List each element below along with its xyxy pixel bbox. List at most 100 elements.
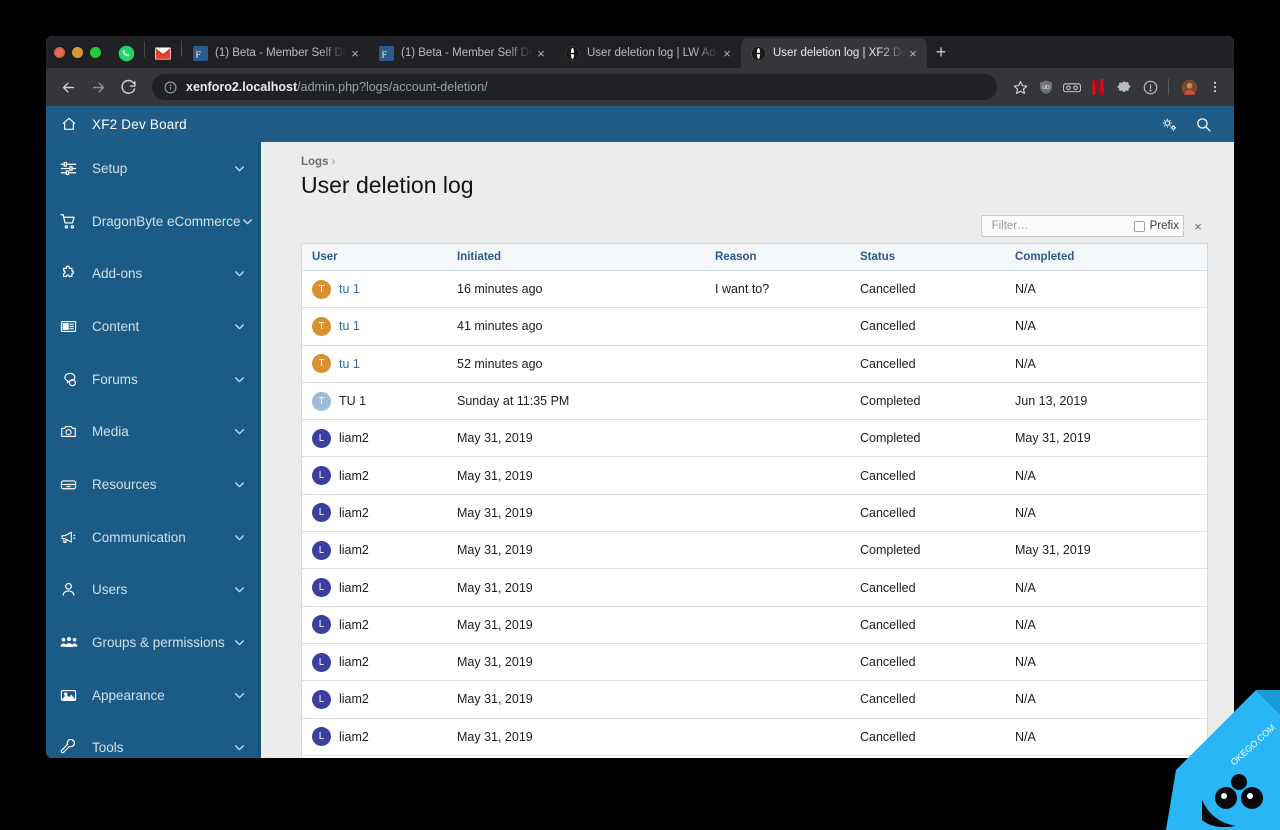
svg-text:F: F <box>382 50 387 60</box>
cell-initiated: Sunday at 11:35 PM <box>447 394 705 408</box>
image-icon <box>60 687 84 704</box>
user-name-link[interactable]: tu 1 <box>339 357 360 371</box>
bookmark-star-icon[interactable] <box>1009 76 1031 98</box>
browser-tab-3[interactable]: User deletion log | LW Addons × <box>555 38 741 68</box>
profile-avatar[interactable] <box>1178 76 1200 98</box>
column-header-reason[interactable]: Reason <box>705 251 850 263</box>
user-name-link[interactable]: tu 1 <box>339 319 360 333</box>
table-row[interactable]: Lliam2May 31, 2019CancelledN/A <box>302 607 1207 644</box>
gmail-pinned-tab[interactable] <box>146 38 180 68</box>
glasses-icon[interactable] <box>1061 76 1083 98</box>
search-icon[interactable] <box>1186 116 1220 133</box>
table-row[interactable]: Ttu 116 minutes agoI want to?CancelledN/… <box>302 271 1207 308</box>
chevron-down-icon[interactable] <box>233 267 247 280</box>
chevron-down-icon[interactable] <box>233 531 247 544</box>
chevron-down-icon[interactable] <box>233 162 247 175</box>
sidebar-item-groups-permissions[interactable]: Groups & permissions <box>46 616 261 669</box>
avatar[interactable]: T <box>312 392 331 411</box>
browser-tab-4-close-icon[interactable]: × <box>905 45 921 61</box>
browser-tab-1-close-icon[interactable]: × <box>347 45 363 61</box>
column-header-user[interactable]: User <box>302 251 447 263</box>
column-header-completed[interactable]: Completed <box>1005 251 1207 263</box>
sidebar-item-setup[interactable]: Setup <box>46 142 261 195</box>
avatar[interactable]: L <box>312 653 331 672</box>
table-row[interactable]: Ttu 152 minutes agoCancelledN/A <box>302 346 1207 383</box>
shield-icon[interactable]: UD <box>1035 76 1057 98</box>
chevron-down-icon[interactable] <box>233 320 247 333</box>
minimize-window-button[interactable] <box>72 47 83 58</box>
table-row[interactable]: Lliam2May 31, 2019CancelledN/A <box>302 681 1207 718</box>
table-row[interactable]: Lliam2May 31, 2019CancelledN/A <box>302 756 1207 758</box>
user-name-link[interactable]: tu 1 <box>339 282 360 296</box>
avatar[interactable]: T <box>312 354 331 373</box>
site-info-icon[interactable] <box>164 81 177 94</box>
table-row[interactable]: Lliam2May 31, 2019CancelledN/A <box>302 644 1207 681</box>
netflix-icon[interactable] <box>1087 76 1109 98</box>
prefix-checkbox[interactable] <box>1134 221 1145 232</box>
chevron-down-icon[interactable] <box>233 583 247 596</box>
avatar[interactable]: L <box>312 615 331 634</box>
filter-input[interactable] <box>990 219 1130 233</box>
sidebar-item-resources[interactable]: Resources <box>46 458 261 511</box>
table-row[interactable]: Lliam2May 31, 2019CompletedMay 31, 2019 <box>302 532 1207 569</box>
sidebar-item-add-ons[interactable]: Add-ons <box>46 247 261 300</box>
breadcrumb-item-logs[interactable]: Logs <box>301 156 328 168</box>
avatar[interactable]: L <box>312 466 331 485</box>
column-header-initiated[interactable]: Initiated <box>447 251 705 263</box>
close-window-button[interactable] <box>54 47 65 58</box>
gear-icon[interactable] <box>1113 76 1135 98</box>
column-header-status[interactable]: Status <box>850 251 1005 263</box>
avatar[interactable]: L <box>312 503 331 522</box>
sidebar-item-communication[interactable]: Communication <box>46 511 261 564</box>
sidebar-item-dragonbyte-ecommerce[interactable]: DragonByte eCommerce <box>46 195 261 248</box>
chevron-down-icon[interactable] <box>233 373 247 386</box>
chevron-down-icon[interactable] <box>233 478 247 491</box>
home-icon[interactable] <box>56 116 82 132</box>
browser-tab-1[interactable]: F (1) Beta - Member Self Delete × <box>183 38 369 68</box>
sidebar-item-tools[interactable]: Tools <box>46 722 261 758</box>
table-row[interactable]: Lliam2May 31, 2019CompletedMay 31, 2019 <box>302 420 1207 457</box>
users-icon <box>60 634 84 651</box>
sidebar-item-users[interactable]: Users <box>46 564 261 617</box>
avatar[interactable]: L <box>312 541 331 560</box>
browser-tab-4[interactable]: User deletion log | XF2 Dev Bo × <box>741 38 927 68</box>
sidebar-item-media[interactable]: Media <box>46 405 261 458</box>
maximize-window-button[interactable] <box>90 47 101 58</box>
avatar[interactable]: L <box>312 578 331 597</box>
new-tab-button[interactable]: + <box>927 38 955 66</box>
back-button[interactable] <box>54 73 82 101</box>
avatar[interactable]: L <box>312 690 331 709</box>
browser-tab-3-close-icon[interactable]: × <box>719 45 735 61</box>
table-row[interactable]: Lliam2May 31, 2019CancelledN/A <box>302 569 1207 606</box>
browser-tab-2[interactable]: F (1) Beta - Member Self Delete × <box>369 38 555 68</box>
whatsapp-pinned-tab[interactable] <box>109 38 143 68</box>
browser-tab-2-close-icon[interactable]: × <box>533 45 549 61</box>
forward-button[interactable] <box>84 73 112 101</box>
chrome-menu-icon[interactable] <box>1204 76 1226 98</box>
table-row[interactable]: Lliam2May 31, 2019CancelledN/A <box>302 457 1207 494</box>
chevron-down-icon[interactable] <box>233 425 247 438</box>
sidebar-item-content[interactable]: Content <box>46 300 261 353</box>
avatar[interactable]: L <box>312 727 331 746</box>
avatar[interactable]: T <box>312 317 331 336</box>
cogs-icon[interactable] <box>1152 116 1186 133</box>
prefix-checkbox-wrapper[interactable]: Prefix <box>1130 220 1179 232</box>
avatar[interactable]: L <box>312 429 331 448</box>
chevron-down-icon[interactable] <box>233 689 247 702</box>
chevron-down-icon[interactable] <box>233 741 247 754</box>
table-row[interactable]: Lliam2May 31, 2019CancelledN/A <box>302 719 1207 756</box>
window-traffic-lights <box>52 36 109 68</box>
table-row[interactable]: Lliam2May 31, 2019CancelledN/A <box>302 495 1207 532</box>
table-row[interactable]: TTU 1Sunday at 11:35 PMCompletedJun 13, … <box>302 383 1207 420</box>
avatar[interactable]: T <box>312 280 331 299</box>
address-bar[interactable]: xenforo2.localhost/admin.php?logs/accoun… <box>152 74 997 100</box>
info-circle-icon[interactable] <box>1139 76 1161 98</box>
sidebar-item-forums[interactable]: Forums <box>46 353 261 406</box>
chevron-down-icon[interactable] <box>233 636 247 649</box>
filter-clear-icon[interactable]: × <box>1188 215 1208 237</box>
sidebar-item-appearance[interactable]: Appearance <box>46 669 261 722</box>
table-row[interactable]: Ttu 141 minutes agoCancelledN/A <box>302 308 1207 345</box>
reload-button[interactable] <box>114 73 142 101</box>
chevron-down-icon[interactable] <box>241 215 255 228</box>
newspaper-icon <box>60 318 84 335</box>
